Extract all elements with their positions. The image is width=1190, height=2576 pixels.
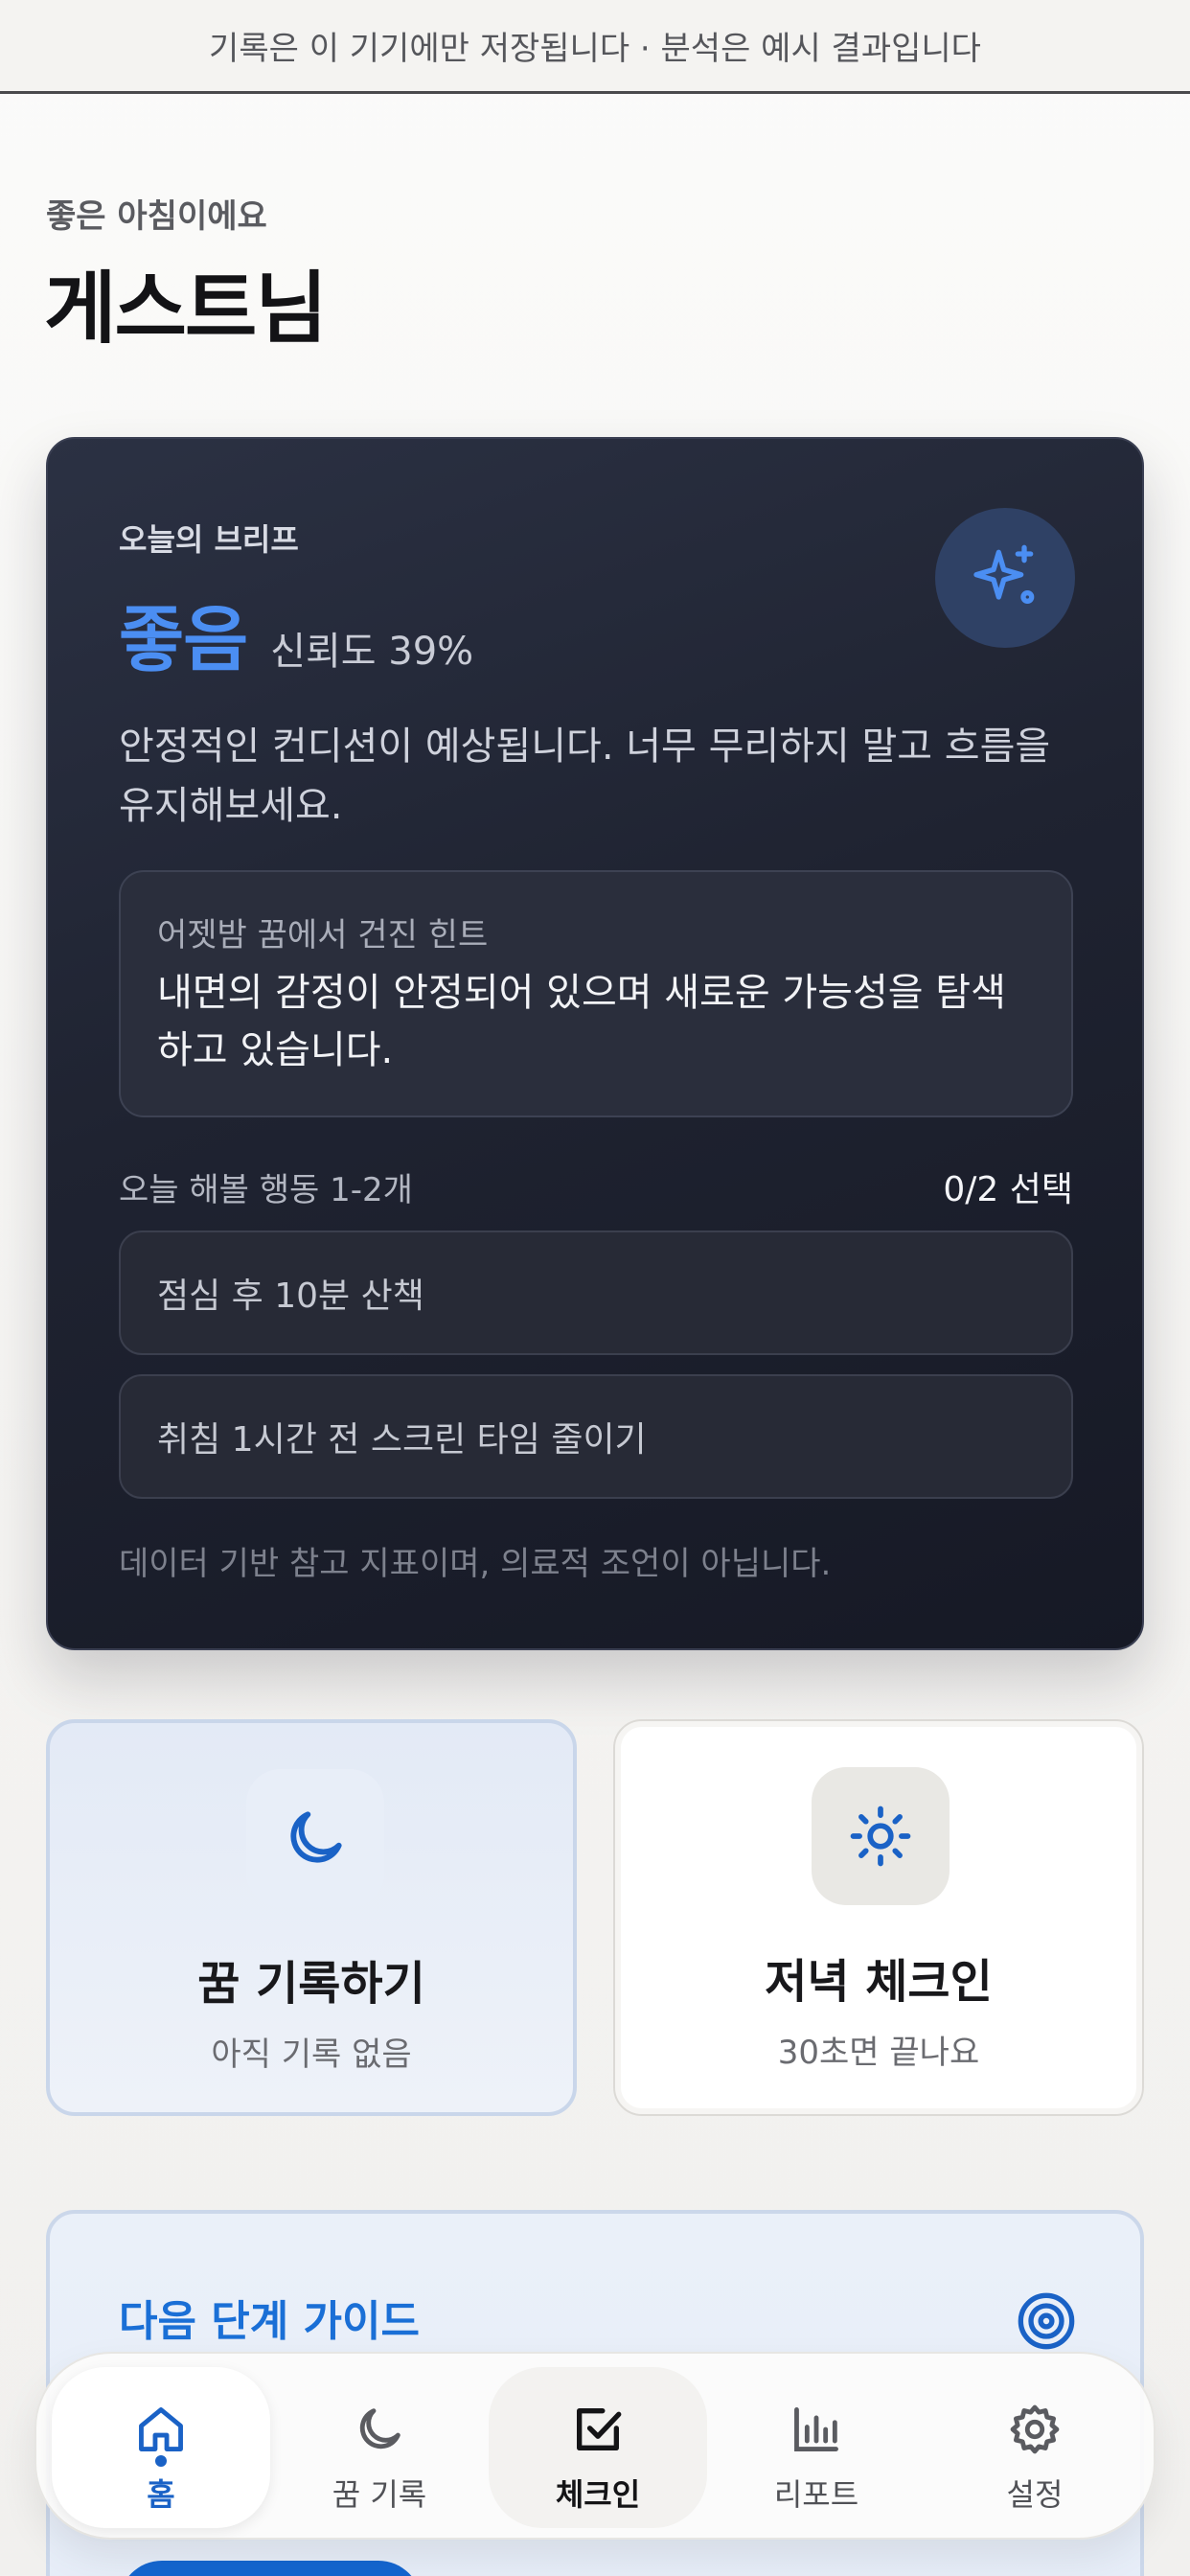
guide-title: 다음 단계 가이드 — [119, 2297, 420, 2346]
page-title: 게스트님 — [44, 264, 328, 355]
greeting-text: 좋은 아침이에요 — [46, 197, 267, 236]
condition-status-word: 좋음 — [119, 599, 248, 681]
gear-icon — [1010, 2404, 1060, 2454]
moon-icon-wrapper — [246, 1769, 384, 1907]
evening-checkin-title: 저녁 체크인 — [765, 1955, 993, 2009]
dream-hint-label: 어젯밤 꿈에서 건진 힌트 — [157, 916, 489, 954]
nav-label-dream-log: 꿈 기록 — [332, 2476, 427, 2513]
brief-label: 오늘의 브리프 — [119, 521, 299, 558]
nav-label-checkin: 체크인 — [555, 2476, 641, 2513]
nav-label-settings: 설정 — [1006, 2476, 1064, 2513]
dream-hint-box: 어젯밤 꿈에서 건진 힌트 내면의 감정이 안정되어 있으며 새로운 가능성을 … — [119, 870, 1073, 1117]
action-option-label: 점심 후 10분 산책 — [157, 1276, 424, 1316]
privacy-banner-text: 기록은 이 기기에만 저장됩니다 · 분석은 예시 결과입니다 — [209, 30, 981, 68]
condition-status: 좋음 신뢰도 39% — [119, 583, 473, 685]
evening-checkin-tile[interactable]: 저녁 체크인 30초면 끝나요 — [613, 1719, 1144, 2116]
nav-item-checkin[interactable]: 체크인 — [489, 2367, 707, 2528]
moon-icon — [359, 2408, 400, 2450]
brief-summary: 안정적인 컨디션이 예상됩니다. 너무 무리하지 말고 흐름을 유지해보세요. — [119, 724, 1051, 828]
actions-selected-count: 0/2 선택 — [943, 1170, 1073, 1209]
nav-label-report: 리포트 — [773, 2476, 859, 2513]
record-dream-tile[interactable]: 꿈 기록하기 아직 기록 없음 — [46, 1719, 577, 2116]
moon-icon — [290, 1811, 342, 1863]
nav-item-settings[interactable]: 설정 — [926, 2367, 1144, 2528]
nav-item-report[interactable]: 리포트 — [707, 2367, 926, 2528]
nav-item-dream-log[interactable]: 꿈 기록 — [270, 2367, 489, 2528]
privacy-banner: 기록은 이 기기에만 저장됩니다 · 분석은 예시 결과입니다 — [0, 0, 1190, 94]
dream-hint-text: 내면의 감정이 안정되어 있으며 새로운 가능성을 탐색하고 있습니다. — [157, 971, 1006, 1072]
action-option-screen-time[interactable]: 취침 1시간 전 스크린 타임 줄이기 — [119, 1374, 1073, 1499]
bar-chart-icon — [794, 2407, 838, 2451]
sparkle-button[interactable] — [935, 508, 1075, 648]
target-icon — [1018, 2292, 1075, 2350]
home-icon — [139, 2407, 183, 2451]
home-active-dot — [155, 2455, 167, 2467]
checkbox-icon — [577, 2408, 622, 2450]
action-option-walk[interactable]: 점심 후 10분 산책 — [119, 1230, 1073, 1355]
nav-item-home[interactable]: 홈 — [52, 2367, 270, 2528]
brief-disclaimer: 데이터 기반 참고 지표이며, 의료적 조언이 아닙니다. — [119, 1545, 832, 1583]
sun-icon — [850, 1806, 911, 1867]
guide-cta-button[interactable] — [119, 2561, 422, 2576]
daily-brief-card: 오늘의 브리프 좋음 신뢰도 39% 안정적인 컨디션이 예상됩니다. 너무 무… — [46, 437, 1144, 1650]
sparkle-icon — [973, 544, 1035, 605]
sun-icon-wrapper — [812, 1767, 950, 1905]
action-option-label: 취침 1시간 전 스크린 타임 줄이기 — [157, 1420, 647, 1460]
record-dream-subtitle: 아직 기록 없음 — [211, 2036, 412, 2074]
confidence-value: 신뢰도 39% — [270, 630, 474, 674]
record-dream-title: 꿈 기록하기 — [197, 1957, 425, 2011]
actions-heading: 오늘 해볼 행동 1-2개 — [119, 1171, 413, 1209]
bottom-navigation: 홈 꿈 기록 체크인 리포트 설정 — [34, 2352, 1156, 2540]
evening-checkin-subtitle: 30초면 끝나요 — [777, 2034, 980, 2072]
nav-label-home: 홈 — [147, 2476, 175, 2513]
